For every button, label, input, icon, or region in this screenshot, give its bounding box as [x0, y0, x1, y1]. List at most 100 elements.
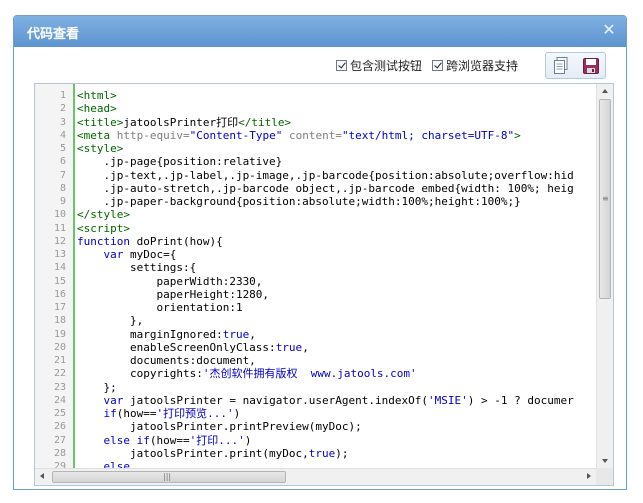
code-token: '打印...': [189, 433, 245, 447]
line-number: 28: [53, 447, 66, 459]
checkbox-checked-icon[interactable]: [432, 60, 443, 71]
line-number: 15: [53, 275, 66, 287]
code-token: </title>: [238, 115, 292, 129]
copy-icon[interactable]: [554, 57, 568, 74]
code-token: >: [514, 128, 521, 142]
scroll-up-arrow-icon[interactable]: [602, 89, 608, 93]
code-token: else: [103, 460, 131, 468]
horizontal-scrollbar[interactable]: |||: [35, 468, 596, 485]
code-text: marginIgnored:true,: [77, 328, 256, 341]
vertical-scroll-thumb[interactable]: ≡: [599, 99, 611, 299]
line-number: 3: [59, 116, 66, 128]
code-text: var myDoc={: [77, 248, 177, 261]
code-text: else if(how=='打印...'): [77, 433, 252, 447]
code-area[interactable]: 1 <html> 2 <head> 3 <title>jatoolsPrinter打印</…: [35, 84, 597, 468]
toolbar-icon-group: [545, 52, 606, 79]
line-number: 13: [53, 249, 66, 260]
code-text: var jatoolsPrinter = navigator.userAgent…: [77, 394, 574, 407]
code-token: jatoolsPrinter = navigator.userAgent.ind…: [123, 393, 429, 407]
code-text: function doPrint(how){: [77, 235, 223, 248]
line-number: 12: [53, 235, 66, 247]
line-number: 24: [53, 394, 66, 406]
code-editor[interactable]: 1 <html> 2 <head> 3 <title>jatoolsPrinter打印</…: [34, 83, 614, 486]
line-number: 25: [53, 408, 66, 419]
code-token: else if: [103, 433, 150, 447]
code-text: .jp-text,.jp-label,.jp-image,.jp-barcode…: [77, 169, 573, 182]
code-token: <style>: [77, 142, 124, 155]
dialog-title: 代码查看: [27, 27, 80, 42]
code-text: paperWidth:2330,: [77, 275, 262, 288]
line-number: 4: [59, 129, 66, 141]
code-token: ) > -1 ? documer: [467, 393, 574, 407]
code-token: function: [77, 234, 130, 248]
line-number: 27: [53, 434, 66, 446]
toolbar: 包含测试按钮 跨浏览器支持: [14, 47, 626, 83]
code-token: .jp-auto-stretch,.jp-barcode object,.jp-…: [77, 181, 574, 195]
code-token: ): [233, 407, 241, 420]
code-token: var: [103, 393, 124, 407]
code-text: jatoolsPrinter.print(myDoc,true);: [77, 447, 349, 460]
include-test-buttons-checkbox[interactable]: 包含测试按钮: [336, 58, 422, 73]
code-token: <script>: [77, 221, 130, 235]
floppy-disk-icon[interactable]: [583, 58, 599, 74]
code-token: orientation:1: [77, 301, 243, 314]
code-text: <head>: [77, 102, 117, 115]
scroll-right-arrow-icon[interactable]: [587, 473, 591, 479]
code-token: .jp-page{position:relative}: [77, 155, 283, 169]
code-token: );: [335, 446, 349, 460]
code-token: (how==: [116, 407, 157, 420]
code-text: };: [77, 380, 117, 394]
code-text: settings:{: [77, 261, 196, 274]
line-number: 1: [59, 90, 66, 101]
code-text: copyrights:'杰创软件拥有版权 www.jatools.com': [77, 367, 417, 380]
scroll-down-arrow-icon[interactable]: [602, 459, 608, 463]
code-token: http-equiv=: [116, 128, 190, 142]
code-token: };: [77, 380, 117, 394]
code-token: documents:document,: [77, 354, 256, 367]
vertical-scrollbar[interactable]: ≡: [596, 84, 613, 468]
line-number: 2: [59, 103, 66, 115]
cross-browser-label: 跨浏览器支持: [446, 59, 519, 73]
code-token: true: [308, 446, 336, 460]
code-text: paperHeight:1280,: [77, 288, 269, 301]
line-number: 26: [53, 421, 66, 433]
code-token: jatoolsPrinter.print(myDoc,: [77, 446, 309, 460]
code-token: .jp-paper-background{position:absolute;w…: [77, 195, 521, 208]
code-token: marginIgnored:: [77, 327, 223, 341]
checkbox-checked-icon[interactable]: [336, 60, 347, 71]
line-number: 8: [59, 182, 66, 194]
code-token: },: [77, 314, 144, 328]
line-number: 19: [53, 328, 66, 340]
code-token: (how==: [149, 433, 190, 447]
code-text: orientation:1: [77, 301, 243, 314]
code-token: <title>: [77, 115, 124, 129]
code-text: },: [77, 314, 143, 327]
line-number: 10: [53, 209, 66, 221]
scroll-left-arrow-icon[interactable]: [40, 473, 44, 479]
dialog-titlebar[interactable]: 代码查看 ✕: [14, 16, 626, 47]
code-token: ,: [249, 327, 256, 341]
horizontal-scroll-thumb[interactable]: |||: [52, 471, 286, 483]
code-token: 'MSIE': [428, 393, 468, 407]
code-token: true: [275, 340, 303, 354]
line-number: 11: [53, 222, 66, 234]
cross-browser-checkbox[interactable]: 跨浏览器支持: [432, 58, 518, 73]
include-test-buttons-label: 包含测试按钮: [350, 59, 423, 73]
code-token: true: [222, 327, 250, 341]
code-token: paperWidth:2330,: [77, 274, 263, 288]
code-text: .jp-paper-background{position:absolute;w…: [77, 195, 521, 208]
line-number: 20: [53, 341, 66, 353]
code-token: myDoc={: [123, 248, 177, 261]
code-token: settings:{: [77, 261, 197, 275]
scrollbar-corner: [596, 468, 613, 485]
grip-icon: |||: [163, 472, 172, 481]
line-number: 21: [53, 355, 66, 366]
line-number: 18: [53, 315, 66, 327]
code-token: ,: [302, 340, 309, 354]
code-text: documents:document,: [77, 354, 256, 367]
line-number: 14: [53, 262, 66, 274]
close-icon[interactable]: ✕: [601, 22, 617, 38]
